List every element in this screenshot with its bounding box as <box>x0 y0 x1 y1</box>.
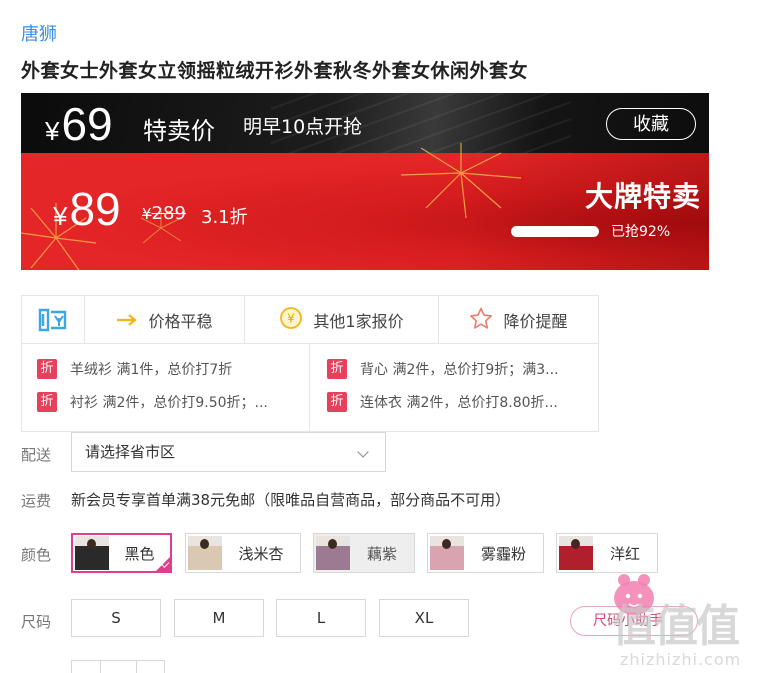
price-info-box: 价格平稳 ¥ 其他1家报价 降价提醒 折羊绒衫 满1件，总价打7折 折衬衫 满2… <box>21 295 599 432</box>
gou-shopping-icon <box>22 296 84 344</box>
quantity-stepper[interactable] <box>71 660 165 673</box>
delivery-label: 配送 <box>21 446 52 464</box>
color-option-label: 浅米杏 <box>238 544 284 563</box>
promo-column-left: 折羊绒衫 满1件，总价打7折 折衬衫 满2件，总价打9.50折；... <box>37 344 309 432</box>
color-thumbnail <box>75 536 109 570</box>
color-label: 颜色 <box>21 546 52 564</box>
price-trend-label: 价格平稳 <box>148 312 213 331</box>
color-option-haze-pink[interactable]: 雾霾粉 <box>427 533 544 573</box>
watermark-site: zhizhizhi.com <box>620 650 742 669</box>
model-head-shape <box>571 539 580 549</box>
model-head-shape <box>442 539 451 549</box>
product-title: 外套女士外套女立领摇粒绒开衫外套秋冬外套女休闲外套女 <box>21 60 529 82</box>
promo-text: 羊绒衫 满1件，总价打7折 <box>70 362 233 378</box>
arrow-right-icon <box>116 311 138 330</box>
chevron-down-icon <box>357 446 369 458</box>
flash-sale-start-time: 明早10点开抢 <box>243 116 363 138</box>
size-option-m[interactable]: M <box>174 599 264 637</box>
price-trend-item[interactable]: 价格平稳 <box>84 296 244 344</box>
discount-tag-icon: 折 <box>327 359 347 379</box>
yen-coin-icon: ¥ <box>279 306 303 334</box>
brand-link[interactable]: 唐狮 <box>21 20 57 46</box>
sold-progress-text: 已抢92% <box>611 224 671 240</box>
discount-label: 3.1折 <box>201 207 248 228</box>
color-option-label: 雾霾粉 <box>480 544 526 563</box>
region-select-value: 请选择省市区 <box>85 443 176 461</box>
watermark-logo: 值值值 <box>612 601 740 652</box>
model-head-shape <box>328 539 337 549</box>
price-alert-label: 降价提醒 <box>503 312 568 331</box>
current-price: ¥89 <box>53 183 121 235</box>
color-option-label: 洋红 <box>609 544 640 563</box>
color-option-black[interactable]: 黑色 <box>71 533 172 573</box>
shipping-label: 运费 <box>21 492 52 510</box>
promo-item[interactable]: 折羊绒衫 满1件，总价打7折 <box>37 358 232 380</box>
star-outline-icon <box>469 307 493 333</box>
promo-item[interactable]: 折连体衣 满2件，总价打8.80折... <box>327 391 558 413</box>
price-alert-item[interactable]: 降价提醒 <box>438 296 598 344</box>
color-thumbnail <box>559 536 593 570</box>
color-option-light-beige[interactable]: 浅米杏 <box>185 533 301 573</box>
color-option-magenta[interactable]: 洋红 <box>556 533 658 573</box>
original-price: ¥289 <box>142 203 186 224</box>
discount-tag-icon: 折 <box>37 392 57 412</box>
price-info-header: 价格平稳 ¥ 其他1家报价 降价提醒 <box>22 296 598 344</box>
promo-item[interactable]: 折衬衫 满2件，总价打9.50折；... <box>37 391 268 413</box>
firework-decoration <box>400 143 522 219</box>
sold-progress-fill <box>512 227 592 236</box>
promo-item[interactable]: 折背心 满2件，总价打9折；满3... <box>327 358 559 380</box>
check-icon <box>155 556 171 572</box>
favorite-button[interactable]: 收藏 <box>606 108 696 140</box>
discount-tag-icon: 折 <box>327 392 347 412</box>
model-head-shape <box>87 539 96 549</box>
promo-text: 连体衣 满2件，总价打8.80折... <box>360 395 558 411</box>
sold-progress-bar <box>511 226 599 237</box>
size-option-s[interactable]: S <box>71 599 161 637</box>
big-brand-badge: 大牌特卖 <box>585 180 702 213</box>
region-select[interactable]: 请选择省市区 <box>71 432 386 472</box>
size-label: 尺码 <box>21 613 52 631</box>
promo-text: 背心 满2件，总价打9折；满3... <box>360 362 559 378</box>
flash-sale-price: ¥69 <box>45 98 113 150</box>
promo-text: 衬衫 满2件，总价打9.50折；... <box>70 395 268 411</box>
other-quotes-item[interactable]: ¥ 其他1家报价 <box>244 296 438 344</box>
size-option-l[interactable]: L <box>276 599 366 637</box>
color-thumbnail <box>188 536 222 570</box>
svg-text:¥: ¥ <box>288 312 296 326</box>
promo-column-right: 折背心 满2件，总价打9折；满3... 折连体衣 满2件，总价打8.80折... <box>327 344 597 432</box>
discount-tag-icon: 折 <box>37 359 57 379</box>
other-quotes-label: 其他1家报价 <box>313 312 404 331</box>
price-panel: ¥89 ¥289 3.1折 大牌特卖 已抢92% <box>21 143 709 270</box>
promo-divider <box>309 344 310 432</box>
color-thumbnail <box>430 536 464 570</box>
size-option-xl[interactable]: XL <box>379 599 469 637</box>
flash-sale-label: 特卖价 <box>143 117 215 145</box>
model-head-shape <box>200 539 209 549</box>
color-option-label: 藕紫 <box>366 544 397 563</box>
flash-sale-bar: ¥69 特卖价 明早10点开抢 收藏 <box>21 93 709 153</box>
price-banner: ¥69 特卖价 明早10点开抢 收藏 ¥89 ¥289 3.1折 大牌特卖 已抢… <box>21 93 709 270</box>
color-option-lotus-purple[interactable]: 藕紫 <box>313 533 415 573</box>
shipping-text: 新会员专享首单满38元免邮（限唯品自营商品，部分商品不可用） <box>71 491 511 509</box>
color-thumbnail <box>316 536 350 570</box>
